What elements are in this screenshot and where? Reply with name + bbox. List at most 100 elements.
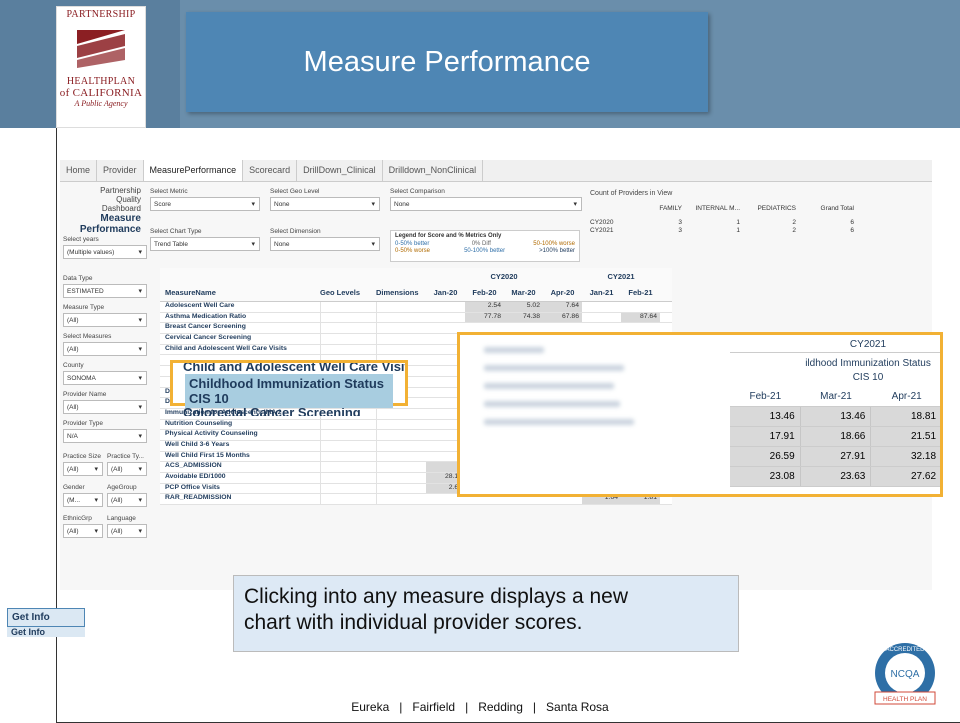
sidebar-filter: Select years (Multiple values)	[63, 236, 147, 259]
sidebar-filter-dropdown[interactable]: (M...	[63, 493, 103, 507]
measure-name[interactable]: RAR_READMISSION	[160, 494, 320, 504]
sidebar-filter-dropdown[interactable]: (All)	[63, 400, 147, 414]
sidebar-filter-label: Data Type	[63, 275, 93, 282]
provider-count-table: Count of Providers in View FAMILY INTERN…	[590, 190, 872, 235]
geo-cell	[320, 483, 376, 494]
provider-score-row: 23.08 23.63 27.62	[730, 467, 940, 487]
measure-name[interactable]: Well Child First 15 Months	[160, 452, 320, 462]
tab-drilldown-nonclinical[interactable]: Drilldown_NonClinical	[383, 160, 484, 181]
year-header-2021: CY2021	[607, 272, 635, 281]
measure-name[interactable]: ACS_ADMISSION	[160, 462, 320, 472]
sidebar-filter-pair: EthnicGrp (All) Language (All)	[63, 515, 147, 538]
provider-score-row: 26.59 27.91 32.18	[730, 447, 940, 467]
select-dimension: Select Dimension None	[270, 228, 380, 251]
sidebar-filter-dropdown[interactable]: (All)	[63, 462, 103, 476]
count-cell: 2	[792, 219, 796, 226]
dashboard-logo: Partnership Quality Dashboard Measure Pe…	[63, 186, 147, 235]
zoom-month: Apr-21	[891, 391, 922, 402]
sidebar-filter-dropdown[interactable]: (All)	[63, 313, 147, 327]
sidebar-filter-dropdown[interactable]: (All)	[107, 462, 147, 476]
measure-name[interactable]: Adolescent Well Care	[160, 302, 320, 312]
sidebar-filter-label: Provider Name	[63, 391, 107, 398]
select-comparison-dropdown[interactable]: None	[390, 197, 582, 211]
measure-name[interactable]: Well Child 3-6 Years	[160, 441, 320, 451]
measure-name[interactable]: Nutrition Counseling	[160, 420, 320, 430]
count-cell: 3	[678, 227, 682, 234]
sidebar-filter: Provider Type N/A	[63, 420, 147, 443]
dimension-cell	[376, 483, 426, 494]
tab-provider[interactable]: Provider	[97, 160, 144, 181]
provider-score-cell: 23.08	[730, 467, 801, 486]
zoom-measure-header: ildhood Immunization Status CIS 10	[730, 353, 940, 387]
count-cell: 6	[850, 227, 854, 234]
measure-name[interactable]: Cervical Cancer Screening	[160, 334, 320, 344]
count-table-row: CY2021 3 1 2 6	[590, 227, 872, 235]
sidebar-filter-dropdown[interactable]: (Multiple values)	[63, 245, 147, 259]
provider-score-cell: 27.91	[800, 447, 872, 466]
provider-score-table: CY2021 ildhood Immunization Status CIS 1…	[730, 335, 940, 494]
value-cell	[582, 302, 621, 312]
measure-name[interactable]: Breast Cancer Screening	[160, 323, 320, 333]
count-cell: 1	[736, 227, 740, 234]
sidebar-filter-dropdown[interactable]: N/A	[63, 429, 147, 443]
sidebar-filter-dropdown[interactable]: (All)	[63, 524, 103, 538]
sidebar-filter-dropdown[interactable]: (All)	[63, 342, 147, 356]
select-dimension-dropdown[interactable]: None	[270, 237, 380, 251]
sidebar-filter-label: Select years	[63, 236, 99, 243]
geo-cell	[320, 451, 376, 462]
dimension-cell	[376, 430, 426, 440]
provider-score-cell: 21.51	[871, 427, 940, 446]
measure-name[interactable]: Child and Adolescent Well Care Visits	[160, 345, 320, 355]
tab-measure-performance[interactable]: MeasurePerformance	[143, 160, 244, 181]
logo-line1: PARTNERSHIP	[66, 9, 136, 20]
zoom-callout-measure: Child and Adolescent Well Care Visits Ch…	[170, 360, 408, 416]
tab-drilldown-clinical[interactable]: DrillDown_Clinical	[297, 160, 383, 181]
measure-name[interactable]: Physical Activity Counseling	[160, 430, 320, 440]
dimension-cell	[376, 462, 426, 472]
zoom-measure-above: Child and Adolescent Well Care Visits	[183, 363, 405, 374]
value-cell: 77.78	[465, 312, 504, 323]
table-row[interactable]: Adolescent Well Care 2.54 5.02 7.64	[160, 302, 672, 313]
measure-name[interactable]: PCP Office Visits	[160, 484, 320, 494]
trend-table-header: MeasureName Geo Levels Dimensions Jan-20…	[160, 268, 672, 302]
select-chart-type-dropdown[interactable]: Trend Table	[150, 237, 260, 251]
zoom-measure-line1: ildhood Immunization Status	[805, 358, 931, 369]
dimension-cell	[376, 312, 426, 323]
legend-item: 50-100% worse	[533, 240, 575, 247]
sidebar-filter-dropdown[interactable]: (All)	[107, 524, 147, 538]
value-cell: 2.54	[465, 302, 504, 312]
geo-cell	[320, 334, 376, 344]
col-dimensions: Dimensions	[376, 288, 419, 297]
provider-score-cell: 26.59	[730, 447, 801, 466]
select-geo-dropdown[interactable]: None	[270, 197, 380, 211]
get-info-button[interactable]: Get Info	[7, 608, 85, 627]
measure-name[interactable]: Asthma Medication Ratio	[160, 313, 320, 323]
sidebar-filter-label: Practice Size	[63, 453, 101, 460]
select-metric-dropdown[interactable]: Score	[150, 197, 260, 211]
table-row[interactable]: Asthma Medication Ratio 77.78 74.38 67.86 87…	[160, 312, 672, 324]
sidebar-filter-dropdown[interactable]: (All)	[107, 493, 147, 507]
count-table-row: CY2020 3 1 2 6	[590, 219, 872, 227]
geo-cell	[320, 419, 376, 430]
dimension-cell	[376, 494, 426, 505]
sidebar-filter-dropdown[interactable]: ESTIMATED	[63, 284, 147, 298]
sidebar-filter-label: Language	[107, 515, 136, 522]
dimension-cell	[376, 440, 426, 451]
sidebar-filter-label: County	[63, 362, 84, 369]
tab-home[interactable]: Home	[60, 160, 98, 181]
provider-score-cell: 18.66	[800, 427, 872, 446]
provider-score-row: 17.91 18.66 21.51	[730, 427, 940, 447]
col-measure-name: MeasureName	[165, 288, 216, 297]
sidebar-filter-dropdown[interactable]: SONOMA	[63, 371, 147, 385]
value-cell	[426, 302, 465, 312]
count-header: PEDIATRICS	[757, 205, 796, 212]
year-header-2020: CY2020	[490, 272, 518, 281]
zoom-measure-highlight[interactable]: Childhood Immunization Status CIS 10	[185, 374, 393, 408]
tab-scorecard[interactable]: Scorecard	[243, 160, 298, 181]
legend-item: 0-50% better	[395, 240, 430, 247]
dimension-cell	[376, 323, 426, 334]
measure-name[interactable]: Avoidable ED/1000	[160, 473, 320, 483]
select-geo: Select Geo Level None	[270, 188, 380, 211]
count-header: INTERNAL M...	[695, 205, 740, 212]
provider-score-cell: 13.46	[800, 407, 872, 426]
